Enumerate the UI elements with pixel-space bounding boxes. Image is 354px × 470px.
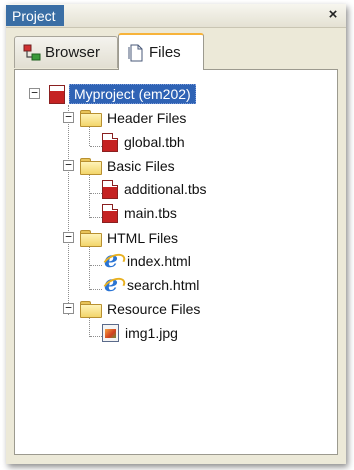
code-file-icon: [102, 132, 118, 152]
tree-folder-html-files[interactable]: HTML Files: [80, 227, 178, 249]
tree-root-item[interactable]: Myproject (em202): [49, 83, 196, 105]
panel-titlebar[interactable]: Project ×: [6, 4, 346, 28]
tree-file-search-html[interactable]: search.html: [102, 271, 200, 297]
tree-connector: [90, 217, 102, 218]
tree-connector: [90, 193, 102, 194]
folder-label: HTML Files: [107, 230, 179, 246]
tree-connector: [89, 244, 90, 290]
tree-file-img1-jpg[interactable]: img1.jpg: [102, 322, 178, 344]
folder-icon: [80, 110, 102, 127]
tab-files[interactable]: Files: [118, 33, 204, 70]
tree-root-label: Myproject (em202): [69, 84, 196, 104]
expander-basic-files[interactable]: −: [63, 159, 74, 171]
folder-icon: [80, 301, 102, 318]
tree-connector: [89, 127, 90, 146]
expander-html-files[interactable]: −: [63, 231, 74, 243]
files-icon: [127, 44, 145, 62]
tree-connector: [68, 105, 69, 315]
file-label: img1.jpg: [125, 325, 178, 341]
ie-file-icon: [102, 271, 122, 297]
expander-root[interactable]: −: [29, 87, 40, 99]
file-label: search.html: [127, 277, 200, 293]
file-tree: − Myproject (em202) − Header Files globa…: [14, 69, 338, 455]
tree-folder-header-files[interactable]: Header Files: [80, 107, 186, 129]
tree-connector: [90, 336, 102, 337]
tree-folder-resource-files[interactable]: Resource Files: [80, 298, 200, 320]
file-label: main.tbs: [124, 205, 177, 221]
file-label: additional.tbs: [124, 181, 207, 197]
folder-label: Header Files: [107, 110, 187, 126]
file-label: global.tbh: [124, 134, 185, 150]
folder-icon: [80, 230, 102, 247]
tree-connector: [90, 146, 102, 147]
tab-files-label: Files: [149, 43, 181, 61]
ie-file-icon: [102, 247, 122, 273]
project-file-icon: [49, 84, 65, 104]
tree-file-global-tbh[interactable]: global.tbh: [102, 131, 185, 153]
tab-browser[interactable]: Browser: [14, 36, 118, 68]
tree-folder-basic-files[interactable]: Basic Files: [80, 155, 175, 177]
tree-connector: [90, 289, 102, 290]
file-label: index.html: [127, 253, 191, 269]
tree-connector: [89, 173, 90, 218]
browser-icon: [23, 44, 41, 62]
folder-label: Basic Files: [107, 158, 175, 174]
tree-file-main-tbs[interactable]: main.tbs: [102, 202, 177, 224]
expander-header-files[interactable]: −: [63, 111, 74, 123]
tree-file-index-html[interactable]: index.html: [102, 247, 191, 273]
code-file-icon: [102, 203, 118, 223]
folder-label: Resource Files: [107, 301, 201, 317]
code-file-icon: [102, 179, 118, 199]
expander-resource-files[interactable]: −: [63, 302, 74, 314]
tab-browser-label: Browser: [45, 43, 101, 61]
tab-strip: Browser Files: [6, 28, 346, 70]
close-button[interactable]: ×: [324, 6, 342, 24]
image-file-icon: [102, 324, 119, 342]
tree-file-additional-tbs[interactable]: additional.tbs: [102, 178, 207, 200]
panel-title: Project: [6, 5, 64, 26]
folder-icon: [80, 158, 102, 175]
tree-connector: [90, 265, 102, 266]
